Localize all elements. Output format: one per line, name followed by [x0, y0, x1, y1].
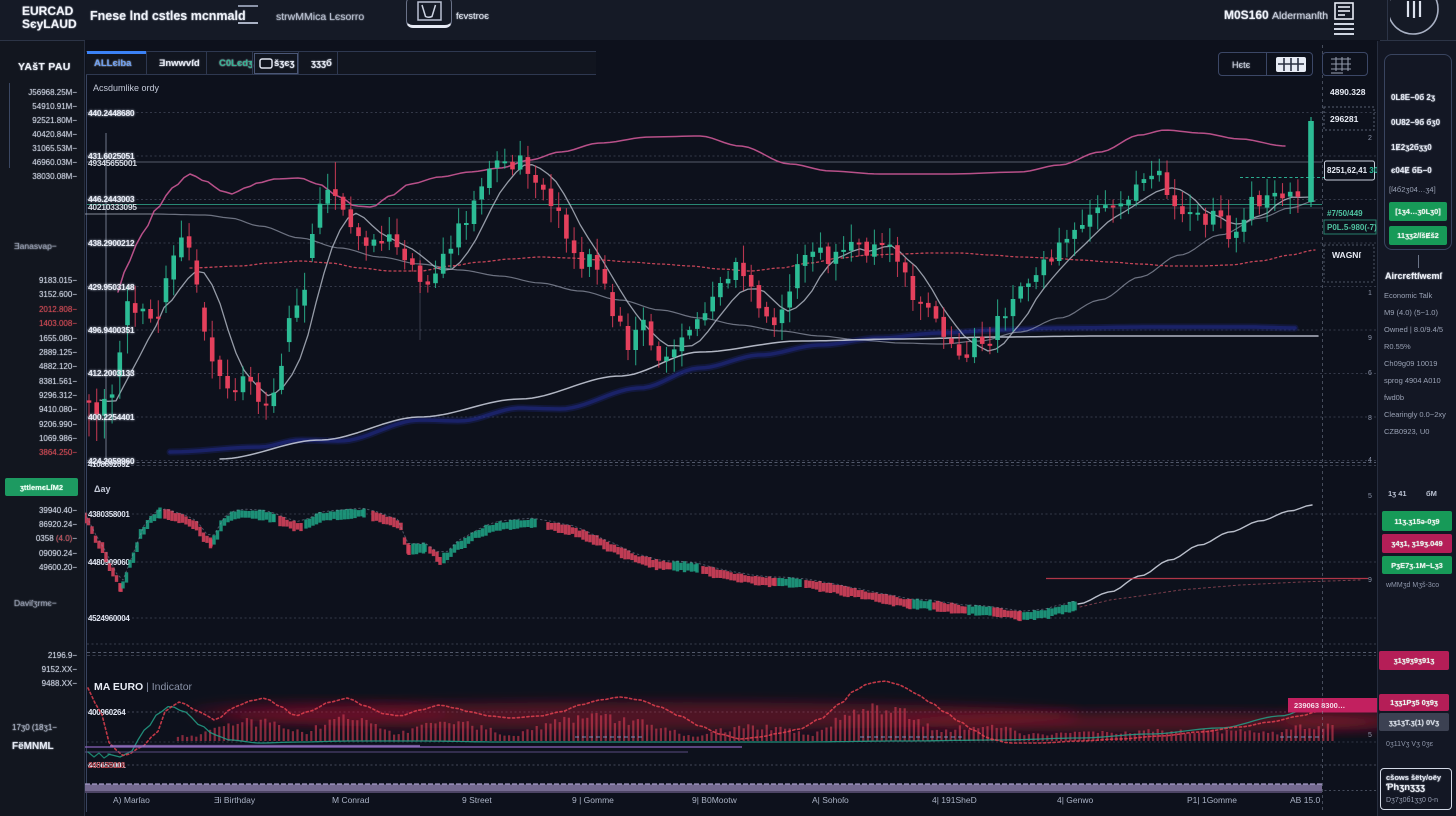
svg-text:#7/50/449: #7/50/449 [1327, 209, 1363, 218]
svg-text:6: 6 [1368, 370, 1372, 377]
svg-text:9 | Gomme: 9 | Gomme [572, 795, 614, 805]
svg-text:40210333095: 40210333095 [88, 202, 137, 212]
svg-text:429.9503148: 429.9503148 [88, 282, 135, 292]
svg-text:9| B0Mootw: 9| B0Mootw [692, 795, 738, 805]
svg-text:Acsdumlike ordy: Acsdumlike ordy [93, 83, 160, 93]
svg-text:A| Sohoſo: A| Sohoſo [812, 795, 849, 805]
svg-text:Ǝi Birthday: Ǝi Birthday [214, 795, 256, 805]
svg-text:4108692092: 4108692092 [88, 460, 130, 469]
svg-text:400.2254401: 400.2254401 [88, 412, 135, 422]
svg-text:440.2448680: 440.2448680 [88, 108, 135, 118]
svg-text:P0L.5-980(-7): P0L.5-980(-7) [1327, 223, 1377, 232]
svg-text:9: 9 [1368, 335, 1372, 342]
svg-text:5: 5 [1368, 732, 1372, 739]
svg-text:4380358001: 4380358001 [88, 510, 130, 519]
svg-text:Δay: Δay [94, 484, 110, 494]
svg-text:8251,62,41 30: 8251,62,41 30 [1327, 166, 1379, 175]
svg-text:A) Marſao: A) Marſao [113, 795, 150, 805]
svg-text:5: 5 [1368, 493, 1372, 500]
svg-text:438.2900212: 438.2900212 [88, 238, 135, 248]
svg-text:4524960004: 4524960004 [88, 614, 130, 623]
svg-text:9 Street: 9 Street [462, 795, 492, 805]
svg-text:WAGNſ: WAGNſ [1332, 250, 1361, 260]
svg-text:1: 1 [1368, 290, 1372, 297]
svg-text:239063 8300…: 239063 8300… [1294, 701, 1345, 710]
svg-text:8: 8 [1368, 415, 1372, 422]
svg-text:AB 15.0: AB 15.0 [1290, 795, 1321, 805]
svg-text:9: 9 [1368, 577, 1372, 584]
svg-text:4890.328: 4890.328 [1330, 87, 1366, 97]
svg-text:200129118: 200129118 [88, 761, 126, 770]
svg-text:400960264: 400960264 [88, 708, 126, 717]
svg-text:496.9400351: 496.9400351 [88, 325, 135, 335]
svg-text:4| Genwo: 4| Genwo [1057, 795, 1094, 805]
svg-text:296281: 296281 [1330, 114, 1359, 124]
svg-text:4: 4 [1368, 457, 1372, 464]
svg-text:49345655001: 49345655001 [88, 158, 137, 168]
svg-text:P1| 1Gomme: P1| 1Gomme [1187, 795, 1237, 805]
svg-text:412.2003133: 412.2003133 [88, 368, 135, 378]
svg-text:4| 191SheD: 4| 191SheD [932, 795, 977, 805]
svg-text:M Conrad: M Conrad [332, 795, 370, 805]
svg-text:2: 2 [1368, 135, 1372, 142]
svg-text:MA EURO | Indicator: MA EURO | Indicator [94, 681, 193, 693]
